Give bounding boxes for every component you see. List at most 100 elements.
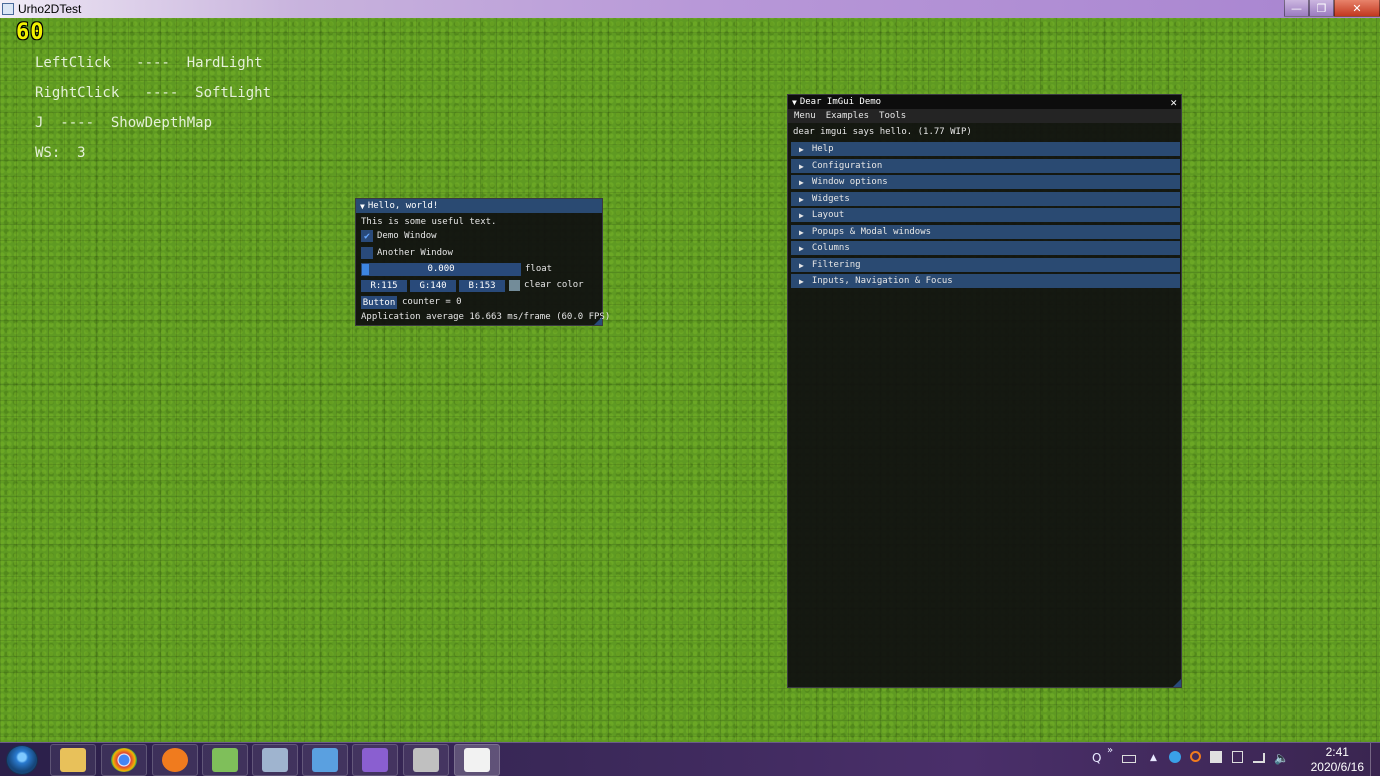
taskbar-app-remote[interactable] xyxy=(302,744,348,776)
demo-window-checkbox[interactable]: ✔ xyxy=(361,230,373,242)
header-configuration[interactable]: ▶ Configuration xyxy=(791,159,1180,173)
minimize-button[interactable]: — xyxy=(1284,0,1309,17)
close-button[interactable]: ✕ xyxy=(1334,0,1380,17)
network-icon[interactable] xyxy=(1253,753,1265,763)
collapse-arrow-icon[interactable]: ▼ xyxy=(360,202,365,211)
check-icon[interactable] xyxy=(1169,751,1181,763)
header-label: Configuration xyxy=(811,161,883,171)
another-window-label: Another Window xyxy=(377,248,453,258)
expand-arrow-icon: ▶ xyxy=(799,144,804,154)
clock-time: 2:41 xyxy=(1325,745,1349,759)
float-slider[interactable]: 0.000 xyxy=(361,263,521,276)
maximize-button[interactable]: ❐ xyxy=(1309,0,1334,17)
calculator-icon xyxy=(262,748,288,772)
resize-grip[interactable] xyxy=(1173,679,1181,687)
taskbar-app-notepad[interactable] xyxy=(202,744,248,776)
useful-text: This is some useful text. xyxy=(361,217,497,227)
game-app-icon xyxy=(413,748,439,772)
notepad-icon xyxy=(212,748,238,772)
keyboard-icon[interactable] xyxy=(1122,755,1136,763)
action-center-icon[interactable] xyxy=(1210,751,1222,763)
slider-label: float xyxy=(525,264,553,274)
header-label: Filtering xyxy=(811,260,861,270)
search-tray-icon[interactable] xyxy=(1190,751,1201,762)
app-icon xyxy=(2,3,14,15)
fps-counter: 60 xyxy=(16,20,45,45)
clear-color-label: clear color xyxy=(524,280,584,290)
taskbar-app-game[interactable] xyxy=(403,744,449,776)
demo-window-titlebar[interactable]: ▼ Dear ImGui Demo ✕ xyxy=(788,95,1181,109)
window-controls: — ❐ ✕ xyxy=(1284,0,1380,18)
show-hidden-icons[interactable]: ▲ xyxy=(1150,753,1157,763)
clear-color-swatch[interactable] xyxy=(509,280,520,291)
resize-grip[interactable] xyxy=(594,317,602,325)
demo-hello-text: dear imgui says hello. (1.77 WIP) xyxy=(793,127,972,137)
show-desktop-button[interactable] xyxy=(1370,743,1380,776)
header-popups-modal[interactable]: ▶ Popups & Modal windows xyxy=(791,225,1180,239)
q-icon[interactable]: Q xyxy=(1092,751,1101,765)
header-label: Window options xyxy=(811,177,888,187)
header-help[interactable]: ▶ Help xyxy=(791,142,1180,156)
close-icon[interactable]: ✕ xyxy=(1170,96,1177,109)
counter-button[interactable]: Button xyxy=(361,296,397,309)
color-b-drag[interactable]: B:153 xyxy=(459,280,505,292)
another-window-checkbox[interactable] xyxy=(361,247,373,259)
menu-item-tools[interactable]: Tools xyxy=(879,111,906,121)
header-inputs-navigation[interactable]: ▶ Inputs, Navigation & Focus xyxy=(791,274,1180,288)
expand-arrow-icon: ▶ xyxy=(799,276,804,286)
taskbar-app-visual-studio[interactable] xyxy=(352,744,398,776)
header-label: Columns xyxy=(811,243,850,253)
header-label: Popups & Modal windows xyxy=(811,227,932,237)
demo-window-checkbox-row[interactable]: ✔ Demo Window xyxy=(361,230,437,242)
expand-arrow-icon: ▶ xyxy=(799,194,804,204)
overflow-icon[interactable]: » xyxy=(1107,745,1113,756)
slider-value: 0.000 xyxy=(427,264,455,274)
clock[interactable]: 2:41 2020/6/16 xyxy=(1311,745,1364,775)
header-label: Layout xyxy=(811,210,845,220)
another-window-checkbox-row[interactable]: Another Window xyxy=(361,247,453,259)
window-title: Urho2DTest xyxy=(18,2,82,16)
taskbar-app-calculator[interactable] xyxy=(252,744,298,776)
visual-studio-icon xyxy=(362,748,388,772)
taskbar-app-chrome[interactable] xyxy=(101,744,147,776)
collapse-arrow-icon[interactable]: ▼ xyxy=(792,98,797,107)
expand-arrow-icon: ▶ xyxy=(799,210,804,220)
clock-date: 2020/6/16 xyxy=(1310,760,1364,774)
counter-text: counter = 0 xyxy=(402,297,462,307)
info-line-hardlight: LeftClick ---- HardLight xyxy=(35,55,263,71)
hello-window-titlebar[interactable]: ▼ Hello, world! xyxy=(356,199,602,213)
header-columns[interactable]: ▶ Columns xyxy=(791,241,1180,255)
hello-window-title: Hello, world! xyxy=(367,201,439,211)
imgui-demo-window[interactable]: ▼ Dear ImGui Demo ✕ Menu Examples Tools … xyxy=(787,94,1182,688)
header-window-options[interactable]: ▶ Window options xyxy=(791,175,1180,189)
system-tray: Q » ▲ 🔈 2:41 2020/6/16 xyxy=(1090,743,1380,776)
title-bar[interactable]: Urho2DTest — ❐ ✕ xyxy=(0,0,1380,18)
expand-arrow-icon: ▶ xyxy=(799,177,804,187)
menu-item-menu[interactable]: Menu xyxy=(794,111,816,121)
taskbar-app-calendar[interactable] xyxy=(454,744,500,776)
expand-arrow-icon: ▶ xyxy=(799,243,804,253)
header-label: Inputs, Navigation & Focus xyxy=(811,276,953,286)
header-label: Widgets xyxy=(811,194,850,204)
info-line-ws: WS: 3 xyxy=(35,145,86,161)
expand-arrow-icon: ▶ xyxy=(799,227,804,237)
calendar-icon xyxy=(464,748,490,772)
taskbar-app-explorer[interactable] xyxy=(50,744,96,776)
expand-arrow-icon: ▶ xyxy=(799,260,804,270)
header-widgets[interactable]: ▶ Widgets xyxy=(791,192,1180,206)
menu-item-examples[interactable]: Examples xyxy=(826,111,869,121)
header-filtering[interactable]: ▶ Filtering xyxy=(791,258,1180,272)
power-icon[interactable] xyxy=(1232,751,1243,763)
folder-icon xyxy=(60,748,86,772)
color-g-drag[interactable]: G:140 xyxy=(410,280,456,292)
color-r-drag[interactable]: R:115 xyxy=(361,280,407,292)
start-button[interactable] xyxy=(6,745,38,775)
info-line-depthmap: J ---- ShowDepthMap xyxy=(35,115,213,131)
header-layout[interactable]: ▶ Layout xyxy=(791,208,1180,222)
taskbar-app-search[interactable] xyxy=(152,744,198,776)
volume-icon[interactable]: 🔈 xyxy=(1274,751,1289,765)
chrome-icon xyxy=(111,748,137,772)
hello-world-window[interactable]: ▼ Hello, world! This is some useful text… xyxy=(355,198,610,326)
remote-desktop-icon xyxy=(312,748,338,772)
demo-window-label: Demo Window xyxy=(377,231,437,241)
